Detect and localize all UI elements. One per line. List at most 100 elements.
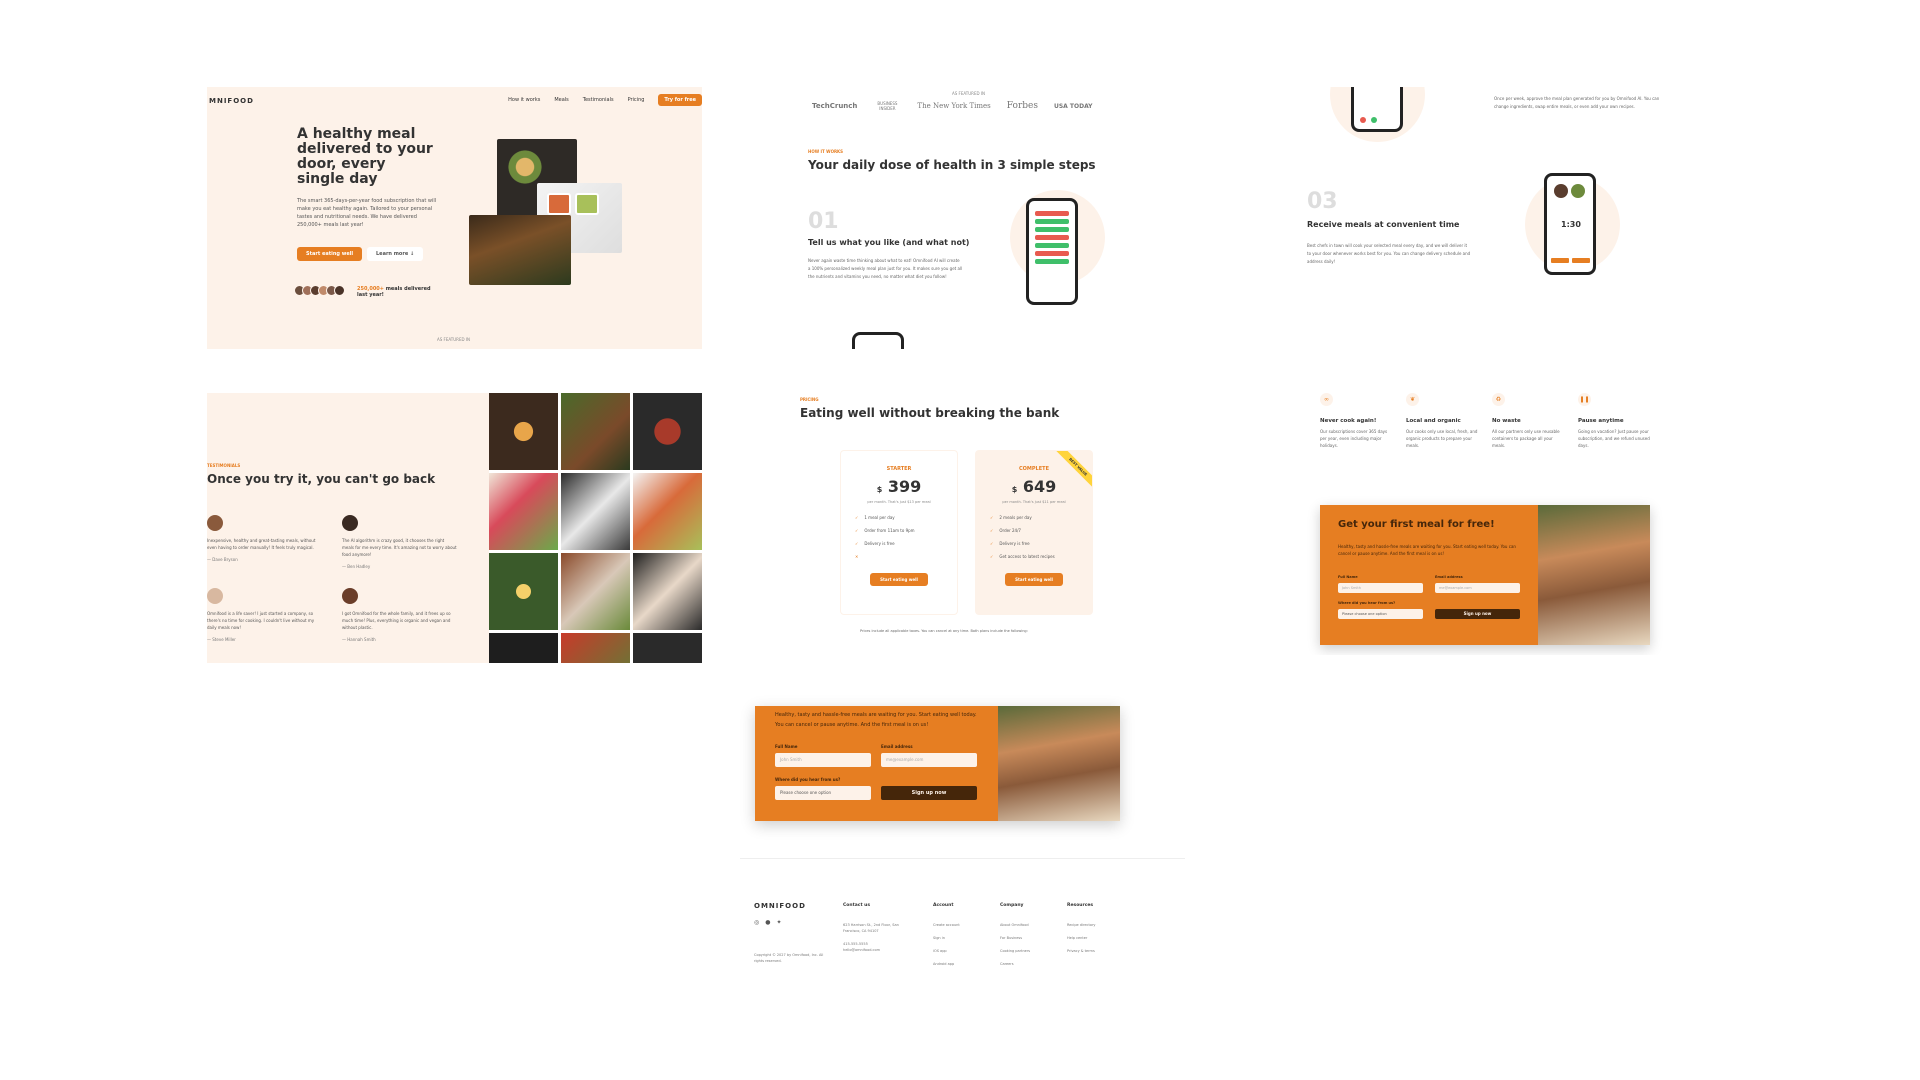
leaf-icon: ❦ bbox=[1406, 393, 1419, 406]
meal-gallery bbox=[489, 393, 702, 663]
section-subheading: HOW IT WORKS bbox=[808, 149, 844, 154]
footer-heading: Company bbox=[1000, 903, 1024, 908]
sign-up-button[interactable]: Sign up now bbox=[881, 786, 977, 800]
nav-how-it-works[interactable]: How it works bbox=[508, 97, 540, 103]
email-input[interactable]: me@example.com bbox=[881, 753, 977, 767]
footer-link[interactable]: Android app bbox=[933, 961, 960, 967]
learn-more-button[interactable]: Learn more ↓ bbox=[367, 247, 424, 261]
section-title: Your daily dose of health in 3 simple st… bbox=[808, 158, 1096, 172]
social-links: ◎ ● ✦ bbox=[754, 919, 782, 926]
testimonial-card: Omnifood is a life saver! I just started… bbox=[207, 588, 322, 642]
feature-title: No waste bbox=[1492, 418, 1521, 424]
source-select[interactable]: Please choose one option bbox=[775, 786, 871, 800]
footer-logo[interactable]: OMNIFOOD bbox=[754, 902, 806, 910]
phone-list bbox=[1035, 211, 1069, 264]
gallery-image bbox=[489, 393, 558, 470]
instagram-icon[interactable]: ◎ bbox=[754, 919, 759, 926]
start-eating-button[interactable]: Start eating well bbox=[297, 247, 363, 261]
feature-item: ♻ No waste All our partners only use reu… bbox=[1492, 393, 1564, 449]
plan-feature-text: Get access to latest recipes bbox=[999, 554, 1055, 559]
check-icon: ✓ bbox=[855, 541, 859, 546]
section-title: Eating well without breaking the bank bbox=[800, 406, 1060, 420]
footer-link[interactable]: Sign in bbox=[933, 935, 960, 941]
gallery-image bbox=[633, 393, 702, 470]
plan-feature: ✓ Order 24/7 bbox=[990, 527, 1092, 540]
phone-time: 1:30 bbox=[1561, 220, 1581, 229]
feature-text: Our subscriptions cover 365 days per yea… bbox=[1320, 429, 1388, 448]
footer-link[interactable]: Help center bbox=[1067, 935, 1095, 941]
how-it-works-section: AS FEATURED IN TechCrunch BUSINESS INSID… bbox=[800, 87, 1130, 349]
meal-avatar bbox=[1571, 184, 1585, 198]
testimonial-card: The AI algorithm is crazy good, it choos… bbox=[342, 515, 457, 569]
plan-feature: ✕ bbox=[855, 553, 957, 566]
footer-link[interactable]: About Omnifood bbox=[1000, 922, 1030, 928]
check-icon: ✓ bbox=[855, 528, 859, 533]
footer-section: OMNIFOOD ◎ ● ✦ Copyright © 2027 by Omnif… bbox=[740, 858, 1185, 973]
feature-item: ∞ Never cook again! Our subscriptions co… bbox=[1320, 393, 1392, 449]
nav-pricing[interactable]: Pricing bbox=[628, 97, 645, 103]
nav-cta-button[interactable]: Try for free bbox=[658, 94, 702, 106]
footer-link[interactable]: For Business bbox=[1000, 935, 1030, 941]
meal-box bbox=[575, 193, 599, 215]
avatar bbox=[207, 515, 223, 531]
testimonial-name: — Dave Bryson bbox=[207, 557, 238, 562]
testimonials-section: TESTIMONIALS Once you try it, you can't … bbox=[207, 393, 702, 663]
step-number: 01 bbox=[808, 209, 839, 234]
testimonial-card: I got Omnifood for the whole family, and… bbox=[342, 588, 457, 642]
footer-heading: Resources bbox=[1067, 903, 1094, 908]
source-select[interactable]: Please choose one option bbox=[1338, 609, 1423, 619]
plan-feature-text: 2 meals per day bbox=[999, 515, 1032, 520]
footer-link[interactable]: Cooking partners bbox=[1000, 948, 1030, 954]
check-icon: ✓ bbox=[990, 515, 994, 520]
logo[interactable]: MNIFOOD bbox=[209, 97, 254, 105]
full-name-input[interactable]: John Smith bbox=[775, 753, 871, 767]
approve-dot bbox=[1371, 117, 1377, 123]
footer-link[interactable]: iOS app bbox=[933, 948, 960, 954]
email-input[interactable]: me@example.com bbox=[1435, 583, 1520, 593]
testimonial-card: Inexpensive, healthy and great-tasting m… bbox=[207, 515, 322, 562]
recycle-icon: ♻ bbox=[1492, 393, 1505, 406]
phone-row bbox=[1035, 227, 1069, 232]
techcrunch-logo: TechCrunch bbox=[812, 102, 858, 110]
plan-feature: ✓ Get access to latest recipes bbox=[990, 553, 1092, 566]
footer-link[interactable]: Privacy & terms bbox=[1067, 948, 1095, 954]
plan-per-meal: per month. That's just $13 per meal bbox=[867, 500, 931, 504]
gallery-image bbox=[561, 633, 630, 663]
pricing-section: PRICING Eating well without breaking the… bbox=[800, 393, 1130, 655]
full-name-input[interactable]: John Smith bbox=[1338, 583, 1423, 593]
step-title: Receive meals at convenient time bbox=[1307, 220, 1460, 229]
usa-today-logo: USA TODAY bbox=[1053, 102, 1093, 110]
press-logos: TechCrunch BUSINESS INSIDER The New York… bbox=[812, 101, 1092, 111]
footer-link[interactable]: Create account bbox=[933, 922, 960, 928]
start-eating-button[interactable]: Start eating well bbox=[1005, 573, 1063, 586]
footer-email[interactable]: hello@omnifood.com bbox=[843, 947, 905, 953]
phone-row bbox=[1035, 259, 1069, 264]
feature-title: Pause anytime bbox=[1578, 418, 1624, 424]
price-value: 399 bbox=[887, 477, 922, 496]
phone-row bbox=[1035, 211, 1069, 216]
footer-company: Company About Omnifood For Business Cook… bbox=[1000, 903, 1030, 973]
phone-button bbox=[1572, 258, 1590, 263]
facebook-icon[interactable]: ● bbox=[765, 919, 770, 926]
footer-link[interactable]: Recipe directory bbox=[1067, 922, 1095, 928]
phone-row bbox=[1035, 243, 1069, 248]
footer-link[interactable]: Careers bbox=[1000, 961, 1030, 967]
nav-meals[interactable]: Meals bbox=[554, 97, 568, 103]
main-nav: How it works Meals Testimonials Pricing … bbox=[508, 94, 702, 106]
nav-testimonials[interactable]: Testimonials bbox=[583, 97, 614, 103]
footer-address: 623 Harrison St., 2nd Floor, San Francis… bbox=[843, 923, 899, 933]
infinity-icon: ∞ bbox=[1320, 393, 1333, 406]
twitter-icon[interactable]: ✦ bbox=[777, 919, 782, 926]
phone-buttons bbox=[1551, 258, 1590, 263]
features-section: ∞ Never cook again! Our subscriptions co… bbox=[1300, 393, 1680, 655]
step-text: Never again waste time thinking about wh… bbox=[808, 258, 963, 279]
gallery-image bbox=[561, 393, 630, 470]
plan-features: ✓ 2 meals per day ✓ Order 24/7 ✓ Delivery i… bbox=[990, 514, 1092, 566]
sign-up-button[interactable]: Sign up now bbox=[1435, 609, 1520, 619]
start-eating-button[interactable]: Start eating well bbox=[870, 573, 928, 586]
pause-icon: ❚❚ bbox=[1578, 393, 1591, 406]
footer-resources: Resources Recipe directory Help center P… bbox=[1067, 903, 1095, 961]
feature-title: Never cook again! bbox=[1320, 418, 1377, 424]
testimonial-quote: Inexpensive, healthy and great-tasting m… bbox=[207, 538, 316, 550]
footer-contact: Contact us 623 Harrison St., 2nd Floor, … bbox=[843, 903, 905, 960]
